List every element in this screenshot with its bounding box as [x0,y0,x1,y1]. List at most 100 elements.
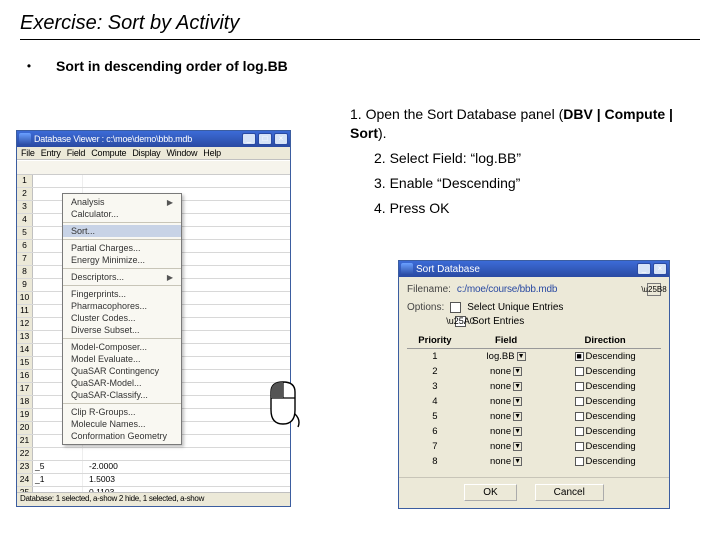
direction-checkbox[interactable] [575,427,584,436]
menu-item[interactable]: Cluster Codes... [63,312,181,324]
field-dropdown[interactable]: ▼ [513,382,522,391]
dbv-window: Database Viewer : c:\moe\demo\bbb.mdb _ … [16,130,291,507]
sort-titlebar[interactable]: Sort Database _ × [399,261,669,277]
col-direction: Direction [549,333,661,349]
menu-item[interactable]: Conformation Geometry [63,430,181,442]
row-number: 9 [17,279,33,291]
priority-cell: 5 [407,409,463,424]
slide-title: Exercise: Sort by Activity [20,12,700,40]
menu-display[interactable]: Display [132,148,160,158]
ok-button[interactable]: OK [464,484,516,501]
row-number: 3 [17,201,33,213]
maximize-button[interactable]: □ [258,133,272,145]
menu-item[interactable]: QuaSAR-Model... [63,377,181,389]
menu-separator [63,338,181,339]
menu-separator [63,268,181,269]
field-value: none [490,441,511,452]
submenu-arrow-icon: ▶ [167,198,173,207]
sort-row: 4none ▼Descending [407,394,661,409]
filename-browse-button[interactable]: \u25B8 [647,283,661,296]
menu-item[interactable]: Molecule Names... [63,418,181,430]
unique-checkbox[interactable] [450,302,461,313]
submenu-arrow-icon: ▶ [167,273,173,282]
sort-title-text: Sort Database [416,264,634,275]
table-row[interactable]: 22 [17,448,290,461]
menu-entry[interactable]: Entry [41,148,61,158]
menu-item[interactable]: Analysis▶ [63,196,181,208]
menu-item[interactable]: Energy Minimize... [63,254,181,266]
cancel-button[interactable]: Cancel [535,484,604,501]
menu-item[interactable]: Descriptors...▶ [63,271,181,283]
cell[interactable]: 1.5003 [83,474,133,486]
menu-help[interactable]: Help [203,148,221,158]
direction-label: Descending [586,411,636,422]
field-value: none [490,426,511,437]
menu-item[interactable]: Clip R-Groups... [63,406,181,418]
compute-menu[interactable]: Analysis▶Calculator... Sort... Partial Cha… [62,193,182,445]
row-number: 21 [17,435,33,447]
menu-compute[interactable]: Compute [91,148,126,158]
direction-checkbox[interactable] [575,442,584,451]
instr-3: 3. Enable “Descending” [350,174,700,193]
menu-separator [63,222,181,223]
menu-item[interactable]: Fingerprints... [63,288,181,300]
menu-item[interactable]: Model-Composer... [63,341,181,353]
field-dropdown[interactable]: ▼ [513,427,522,436]
field-value: none [490,396,511,407]
priority-cell: 7 [407,439,463,454]
direction-checkbox[interactable] [575,397,584,406]
cell[interactable] [83,175,133,187]
direction-label: Descending [586,381,636,392]
cell[interactable]: -2.0000 [83,461,133,473]
menu-item[interactable]: Pharmacophores... [63,300,181,312]
cell[interactable] [33,448,83,460]
menu-separator [63,285,181,286]
sort-row: 5none ▼Descending [407,409,661,424]
sort-row: 2none ▼Descending [407,364,661,379]
menu-file[interactable]: File [21,148,35,158]
direction-checkbox[interactable] [575,457,584,466]
table-row[interactable]: 23_5-2.0000 [17,461,290,474]
cell[interactable]: _1 [33,474,83,486]
table-row[interactable]: 1 [17,175,290,188]
cell[interactable]: _5 [33,461,83,473]
cell[interactable] [33,175,83,187]
direction-checkbox[interactable] [575,382,584,391]
menu-item[interactable]: Partial Charges... [63,242,181,254]
minimize-button[interactable]: _ [637,263,651,275]
menu-item[interactable]: QuaSAR Contingency [63,365,181,377]
table-row[interactable]: 24_11.5003 [17,474,290,487]
field-value: none [490,366,511,377]
direction-checkbox[interactable] [575,412,584,421]
menu-item[interactable]: Model Evaluate... [63,353,181,365]
menu-item[interactable]: QuaSAR-Classify... [63,389,181,401]
dbv-titlebar[interactable]: Database Viewer : c:\moe\demo\bbb.mdb _ … [17,131,290,147]
field-dropdown[interactable]: ▼ [513,397,522,406]
field-dropdown[interactable]: ▼ [517,352,526,361]
field-dropdown[interactable]: ▼ [513,367,522,376]
menu-item[interactable]: Sort... [63,225,181,237]
minimize-button[interactable]: _ [242,133,256,145]
sortentries-checkbox[interactable]: \u25A0 [455,316,466,327]
direction-label: Descending [586,426,636,437]
field-dropdown[interactable]: ▼ [513,457,522,466]
field-dropdown[interactable]: ▼ [513,442,522,451]
dbv-menubar[interactable]: File Entry Field Compute Display Window … [17,147,290,160]
direction-checkbox[interactable] [575,367,584,376]
field-dropdown[interactable]: ▼ [513,412,522,421]
menu-window[interactable]: Window [166,148,197,158]
row-number: 6 [17,240,33,252]
instructions: 1. Open the Sort Database panel (DBV | C… [350,105,700,223]
cell[interactable] [83,448,133,460]
priority-cell: 6 [407,424,463,439]
row-number: 11 [17,305,33,317]
row-number: 16 [17,370,33,382]
direction-label: Descending [586,351,636,362]
menu-item[interactable]: Calculator... [63,208,181,220]
menu-item[interactable]: Diverse Subset... [63,324,181,336]
menu-field[interactable]: Field [67,148,86,158]
close-button[interactable]: × [653,263,667,275]
row-number: 12 [17,318,33,330]
close-button[interactable]: × [274,133,288,145]
direction-checkbox[interactable]: ■ [575,352,584,361]
